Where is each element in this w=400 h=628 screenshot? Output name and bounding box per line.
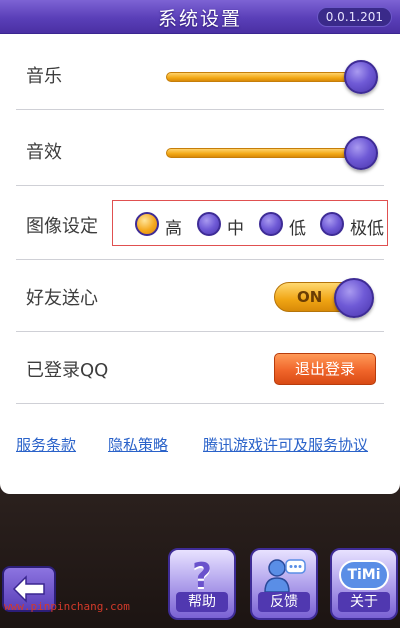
quality-row: 图像设定 高 中 低 极低 [16, 188, 388, 260]
feedback-chat-icon [252, 556, 316, 596]
toggle-state-text: ON [297, 288, 323, 306]
quality-options: 高 中 低 极低 [112, 200, 388, 246]
music-slider-track[interactable] [166, 72, 358, 82]
quality-option-label: 极低 [350, 219, 384, 239]
timi-logo-text: TiMi [347, 567, 381, 583]
version-badge: 0.0.1.201 [316, 7, 392, 27]
sound-slider-track[interactable] [166, 148, 358, 158]
quality-option-label: 高 [165, 219, 182, 239]
feedback-label: 反馈 [258, 592, 310, 612]
about-button[interactable]: TiMi 关于 [330, 548, 398, 620]
radio-icon [320, 212, 344, 236]
gift-label: 好友送心 [26, 288, 98, 309]
quality-option-label: 中 [227, 219, 244, 239]
settings-panel: 音乐 音效 图像设定 高 中 低 极低 好友送心 ON 已登录QQ 退出登录 服… [0, 34, 400, 494]
feedback-button[interactable]: 反馈 [250, 548, 318, 620]
toggle-knob[interactable] [334, 278, 374, 318]
quality-option-label: 低 [289, 219, 306, 239]
music-label: 音乐 [26, 66, 62, 87]
sound-label: 音效 [26, 142, 62, 163]
about-label: 关于 [338, 592, 390, 612]
person-chat-icon [264, 559, 306, 593]
terms-link[interactable]: 服务条款 [16, 434, 76, 455]
help-button[interactable]: ? 帮助 [168, 548, 236, 620]
account-label: 已登录QQ [26, 360, 109, 381]
music-slider-knob[interactable] [344, 60, 378, 94]
privacy-link[interactable]: 隐私策略 [108, 434, 168, 455]
header-bar: 系统设置 0.0.1.201 [0, 0, 400, 34]
account-row: 已登录QQ 退出登录 [16, 332, 384, 404]
quality-label: 图像设定 [26, 216, 98, 237]
footer-links: 服务条款 隐私策略 腾讯游戏许可及服务协议 [0, 434, 400, 464]
watermark-text: www.pinpinchang.com [4, 600, 130, 613]
music-row: 音乐 [16, 38, 384, 110]
logout-button[interactable]: 退出登录 [274, 353, 376, 385]
radio-icon [259, 212, 283, 236]
sound-row: 音效 [16, 114, 384, 186]
help-label: 帮助 [176, 592, 228, 612]
question-mark-glyph: ? [192, 556, 212, 596]
license-link[interactable]: 腾讯游戏许可及服务协议 [203, 434, 368, 455]
sound-slider-knob[interactable] [344, 136, 378, 170]
radio-selected-icon [135, 212, 159, 236]
question-icon: ? [170, 556, 234, 596]
timi-logo-icon: TiMi [332, 556, 396, 596]
radio-icon [197, 212, 221, 236]
gift-row: 好友送心 ON [16, 260, 384, 332]
